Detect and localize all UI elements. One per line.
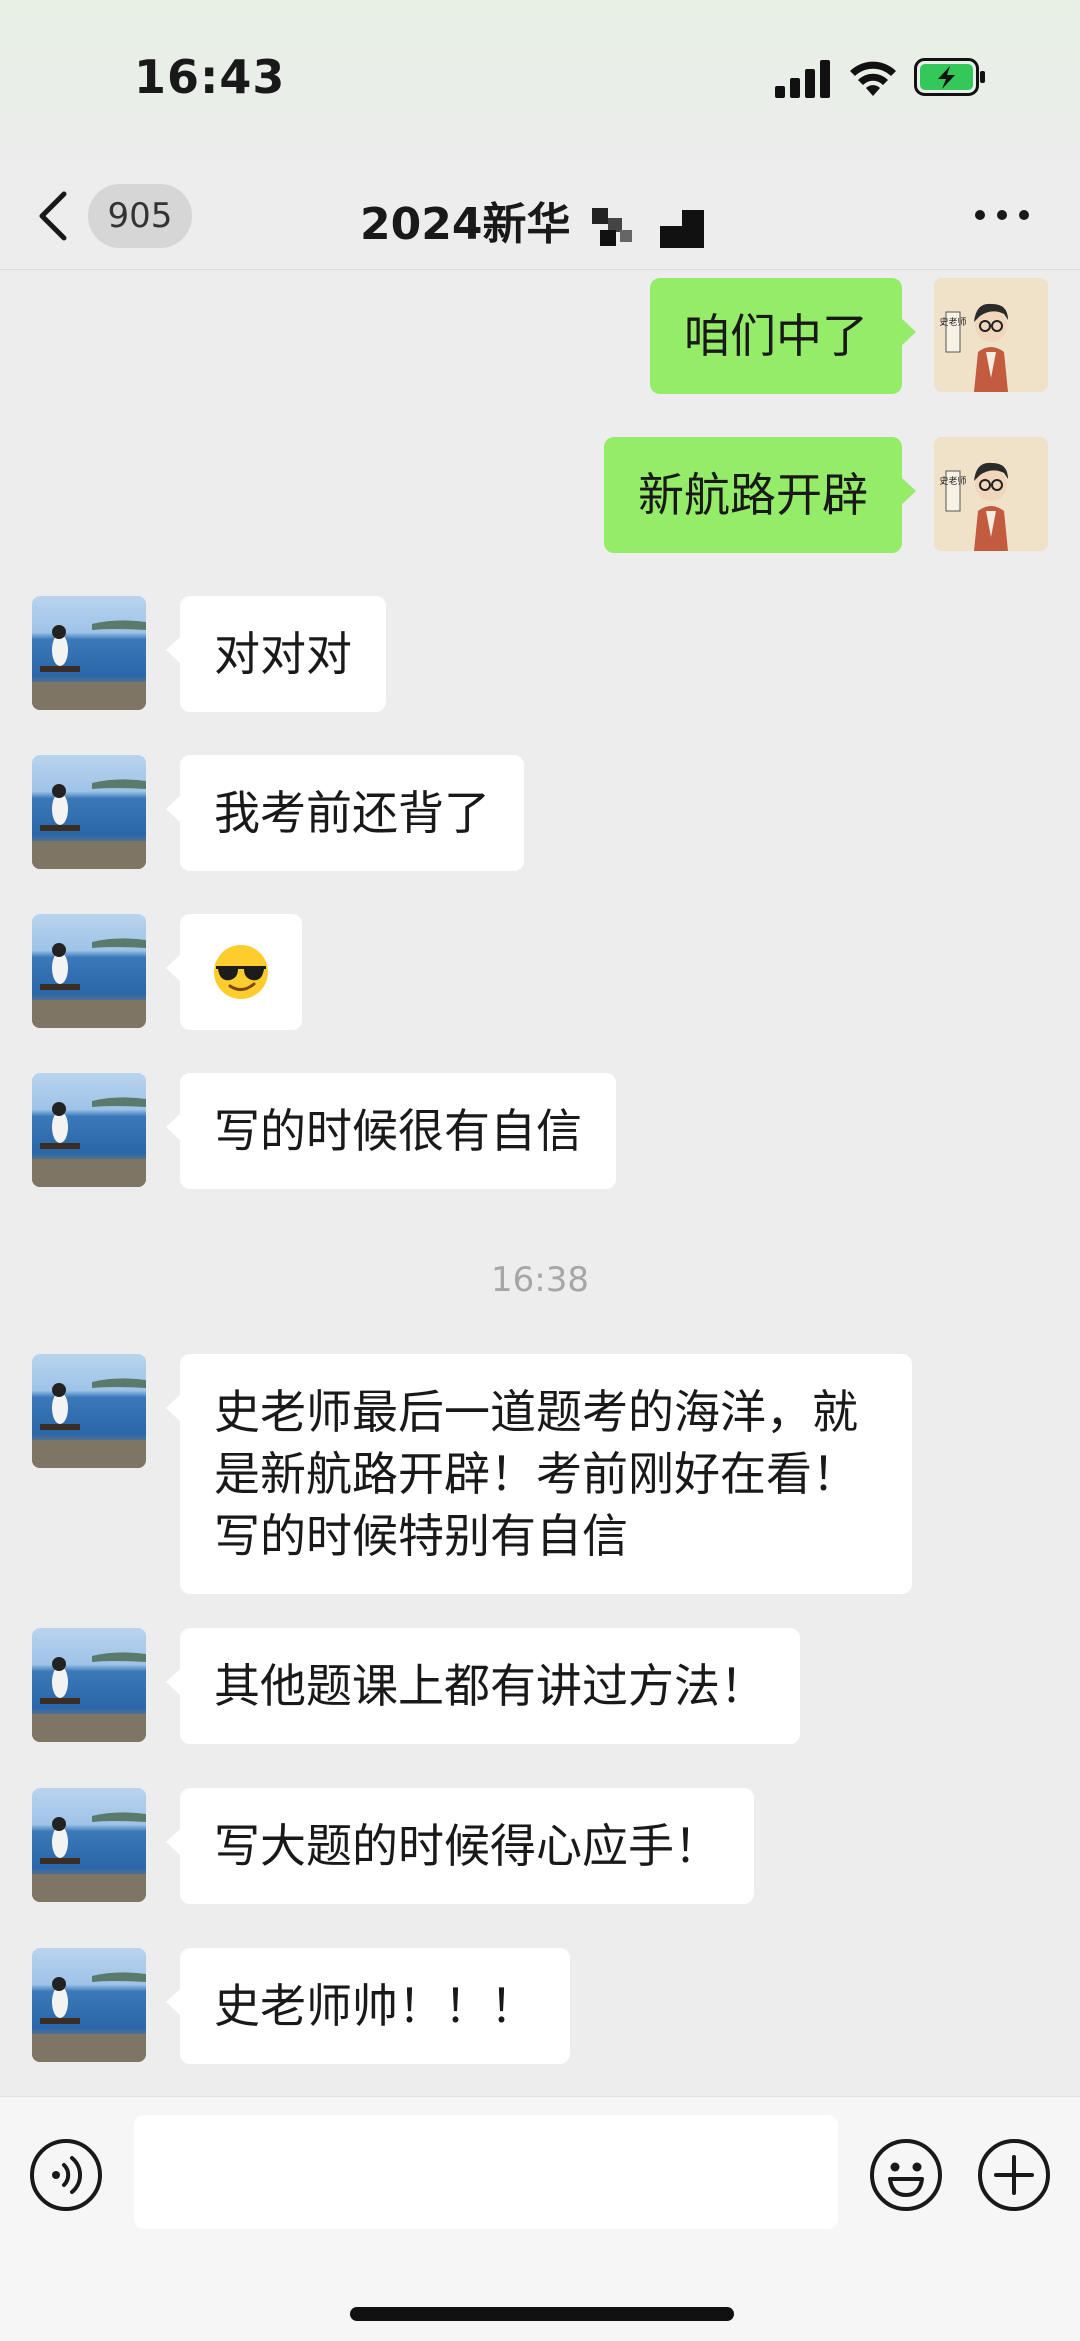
student-avatar-illustration (32, 1972, 146, 2062)
student-avatar[interactable] (32, 1788, 146, 1902)
censor-mosaic (591, 208, 704, 248)
chevron-left-icon (39, 191, 67, 241)
incoming-message-bubble[interactable]: 我考前还背了 (166, 755, 524, 871)
teacher-avatar-label-1: 史老师 (939, 316, 966, 328)
student-avatar[interactable] (32, 1354, 146, 1468)
student-avatar[interactable] (32, 914, 146, 1028)
wifi-icon (850, 61, 896, 96)
student-avatar[interactable] (32, 755, 146, 869)
student-avatar-illustration (32, 938, 146, 1028)
unread-count-badge: 905 (88, 184, 192, 248)
student-avatar-illustration (32, 1378, 146, 1468)
student-avatar[interactable] (32, 1628, 146, 1742)
outgoing-message-bubble[interactable]: 新航路开辟 (604, 437, 916, 553)
home-indicator[interactable] (350, 2307, 734, 2321)
incoming-message-bubble[interactable]: 其他题课上都有讲过方法！ (166, 1628, 800, 1744)
teacher-avatar-illustration: 史老师 (934, 437, 1048, 551)
incoming-message-bubble[interactable] (166, 914, 302, 1030)
student-avatar-illustration (32, 1812, 146, 1902)
incoming-message-bubble[interactable]: 史老师最后一道题考的海洋，就是新航路开辟！考前刚好在看！写的时候特别有自信 (166, 1354, 912, 1594)
teacher-avatar[interactable]: 史老师 (934, 437, 1048, 551)
chat-title-text: 2024新华 (360, 199, 571, 250)
incoming-message-bubble[interactable]: 写大题的时候得心应手！ (166, 1788, 754, 1904)
teacher-avatar-label-2: 史老师 (939, 475, 966, 487)
emoji-icon[interactable] (868, 2137, 944, 2213)
voice-icon[interactable] (28, 2137, 104, 2213)
teacher-avatar-illustration: 史老师 (934, 278, 1048, 392)
student-avatar-illustration (32, 1097, 146, 1187)
incoming-message-bubble[interactable]: 对对对 (166, 596, 386, 712)
chat-header: 905 2024新华 (0, 160, 1080, 270)
back-button[interactable]: 905 (36, 180, 206, 252)
chat-title[interactable]: 2024新华 (360, 188, 720, 252)
student-avatar-illustration (32, 620, 146, 710)
student-avatar[interactable] (32, 596, 146, 710)
status-bar: 16:43 (0, 0, 1080, 160)
incoming-message-bubble[interactable]: 写的时候很有自信 (166, 1073, 616, 1189)
student-avatar[interactable] (32, 1073, 146, 1187)
more-dots-icon[interactable] (972, 200, 1032, 230)
student-avatar[interactable] (32, 1948, 146, 2062)
status-time: 16:43 (134, 50, 286, 104)
student-avatar-illustration (32, 1652, 146, 1742)
outgoing-message-bubble[interactable]: 咱们中了 (650, 278, 916, 394)
chat-input-bar (0, 2096, 1080, 2341)
message-timestamp: 16:38 (491, 1260, 589, 1300)
battery-charging-icon (914, 58, 985, 96)
teacher-avatar[interactable]: 史老师 (934, 278, 1048, 392)
student-avatar-illustration (32, 779, 146, 869)
plus-icon[interactable] (976, 2137, 1052, 2213)
cellular-signal-icon (775, 60, 830, 98)
message-input[interactable] (134, 2115, 838, 2229)
incoming-message-bubble[interactable]: 史老师帅！！！ (166, 1948, 570, 2064)
sunglasses-emoji-icon (214, 945, 268, 999)
